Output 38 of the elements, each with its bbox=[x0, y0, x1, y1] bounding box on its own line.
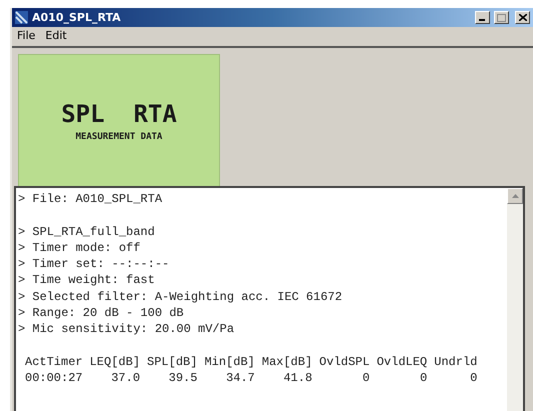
log-line: > File: A010_SPL_RTA bbox=[18, 191, 164, 208]
column-header: OvldLEQ bbox=[376, 354, 428, 370]
app-icon bbox=[15, 11, 28, 24]
log-line: > Range: 20 dB - 100 dB bbox=[18, 305, 185, 322]
log-line: > Selected filter: A-Weighting acc. IEC 61672 bbox=[18, 288, 344, 306]
log-line: > SPL_RTA_full_band bbox=[18, 224, 156, 240]
window-title: A010_SPL_RTA bbox=[32, 11, 122, 24]
log-line: > Timer mode: off bbox=[18, 240, 142, 256]
column-header: Min[dB] bbox=[204, 354, 255, 370]
table-cell-text: 0 bbox=[469, 370, 478, 387]
table-cell-text: 0 bbox=[418, 370, 428, 387]
banner-title: SPL RTA bbox=[61, 100, 177, 128]
column-header: ActTimer bbox=[25, 354, 83, 370]
column-header: Undrld bbox=[434, 354, 478, 370]
close-icon bbox=[518, 14, 526, 21]
table-cell: 00:00:27 bbox=[25, 370, 83, 387]
scrollbar[interactable] bbox=[507, 188, 523, 411]
column-header: OvldSPL bbox=[319, 354, 370, 370]
table-cell-text: 34.7 bbox=[225, 370, 255, 387]
banner-subtitle: MEASUREMENT DATA bbox=[76, 132, 162, 142]
table-cell-text: 0 bbox=[362, 370, 370, 387]
column-header: LEQ[dB] bbox=[90, 354, 140, 370]
maximize-button[interactable] bbox=[494, 11, 509, 24]
minimize-button[interactable] bbox=[475, 11, 490, 24]
table-cell-text: 39.5 bbox=[168, 370, 198, 387]
column-header: SPL[dB] bbox=[147, 354, 198, 370]
table-cell-text: 37.0 bbox=[110, 370, 140, 387]
close-button[interactable] bbox=[515, 11, 530, 24]
maximize-icon bbox=[497, 14, 506, 22]
scroll-up-button[interactable] bbox=[507, 188, 523, 204]
log-line: > Time weight: fast bbox=[18, 272, 156, 289]
menu-item[interactable]: File bbox=[17, 29, 36, 44]
up-arrow-icon bbox=[512, 194, 518, 198]
menu-item[interactable]: Edit bbox=[45, 29, 67, 44]
log-line: > Mic sensitivity: 20.00 mV/Pa bbox=[18, 321, 236, 338]
table-cell-text: 41.8 bbox=[282, 370, 312, 387]
log-line: > Timer set: --:--:-- bbox=[18, 256, 170, 272]
column-header: Max[dB] bbox=[262, 354, 312, 370]
